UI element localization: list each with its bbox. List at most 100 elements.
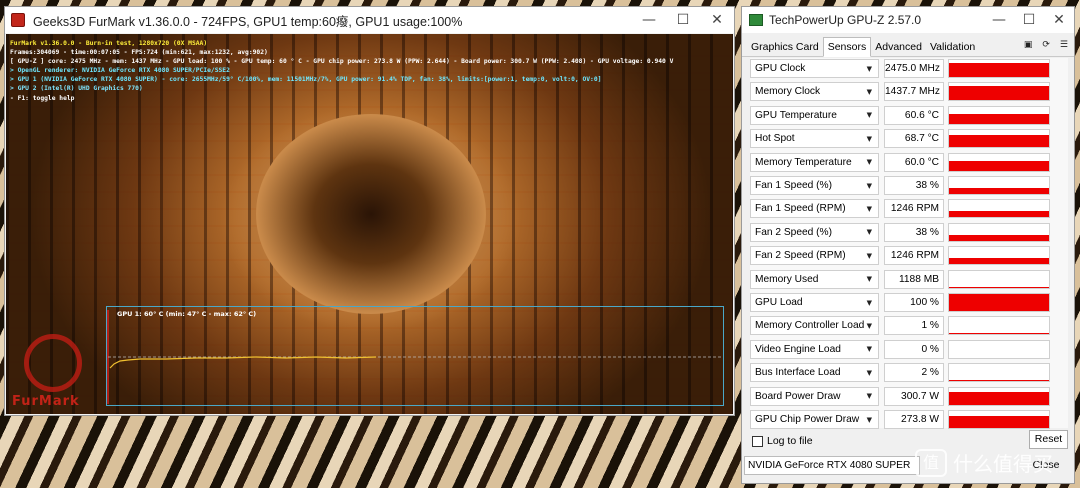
log-to-file-checkbox[interactable] — [752, 435, 763, 447]
sensor-graph-fill — [949, 63, 1049, 77]
sensor-graph-fill — [949, 294, 1049, 311]
sensor-name-dropdown[interactable]: Memory Clock ▼ — [750, 82, 879, 102]
temperature-graph: GPU 1: 60° C (min: 47° C - max: 62° C) — [106, 306, 724, 406]
sensor-graph-fill — [949, 188, 1049, 194]
graph-frame — [106, 306, 724, 406]
maximize-button[interactable]: ☐ — [1014, 7, 1044, 33]
sensor-name-dropdown[interactable]: Fan 2 Speed (%) ▼ — [750, 222, 879, 242]
sensor-graph-fill — [949, 113, 1049, 124]
sensor-graph-fill — [949, 86, 1049, 101]
tab-sensors[interactable]: Sensors — [822, 37, 872, 57]
chevron-down-icon: ▼ — [866, 111, 872, 120]
sensor-graph-fill — [949, 234, 1049, 241]
sensor-name-label: GPU Clock — [755, 63, 806, 74]
menu-icon[interactable]: ☰ — [1060, 40, 1068, 50]
sensor-value: 60.6 °C — [884, 105, 944, 125]
sensor-name-dropdown[interactable]: Memory Used ▼ — [750, 269, 879, 289]
sensor-graph — [948, 410, 1050, 429]
chevron-down-icon: ▼ — [866, 275, 872, 284]
furmark-titlebar[interactable]: Geeks3D FurMark v1.36.0.0 - 724FPS, GPU1… — [5, 7, 734, 33]
camera-icon[interactable]: ▣ — [1024, 40, 1033, 50]
close-button[interactable]: ✕ — [700, 7, 734, 33]
maximize-button[interactable]: ☐ — [666, 7, 700, 33]
watermark-text: 什么值得买 — [953, 452, 1053, 476]
gpuz-tabs: Graphics Card Sensors Advanced Validatio… — [742, 37, 1074, 57]
sensor-name-dropdown[interactable]: Memory Controller Load ▼ — [750, 316, 879, 336]
temperature-curve — [109, 356, 377, 369]
sensor-graph — [948, 82, 1050, 102]
sensor-name-dropdown[interactable]: GPU Clock ▼ — [750, 59, 879, 78]
sensor-graph — [948, 129, 1050, 149]
gpuz-window-title: TechPowerUp GPU-Z 2.57.0 — [769, 13, 922, 27]
sensor-name-dropdown[interactable]: Memory Temperature ▼ — [750, 152, 879, 172]
sensor-row: Fan 1 Speed (RPM) ▼ 1246 RPM — [750, 198, 1068, 219]
refresh-icon[interactable]: ⟳ — [1042, 40, 1050, 50]
sensor-name-dropdown[interactable]: GPU Load ▼ — [750, 293, 879, 312]
sensor-row: Memory Controller Load ▼ 1 % — [750, 315, 1068, 336]
sensor-graph — [948, 363, 1050, 383]
sensor-value: 60.0 °C — [884, 152, 944, 172]
gpuz-titlebar[interactable]: TechPowerUp GPU-Z 2.57.0 — ☐ ✕ — [742, 7, 1074, 33]
sensor-graph — [948, 152, 1050, 172]
minimize-button[interactable]: — — [632, 7, 666, 33]
sensor-name-label: Fan 2 Speed (RPM) — [755, 250, 846, 262]
close-button[interactable]: ✕ — [1044, 7, 1074, 33]
sensor-name-dropdown[interactable]: GPU Temperature ▼ — [750, 105, 879, 125]
sensor-name-label: Bus Interface Load — [755, 367, 841, 379]
tab-validation[interactable]: Validation — [926, 38, 979, 56]
sensor-value: 2 % — [884, 363, 944, 383]
overlay-line: - F1: toggle help — [10, 94, 75, 102]
sensor-name-dropdown[interactable]: Fan 1 Speed (RPM) ▼ — [750, 199, 879, 219]
sensor-name-label: Memory Temperature — [755, 156, 852, 168]
chevron-down-icon: ▼ — [866, 87, 872, 96]
tab-graphics-card[interactable]: Graphics Card — [747, 38, 823, 56]
sensor-value: 1437.7 MHz — [884, 82, 944, 102]
sensor-row: Memory Clock ▼ 1437.7 MHz — [750, 81, 1068, 102]
sensor-row: Bus Interface Load ▼ 2 % — [750, 362, 1068, 383]
gpuz-window: TechPowerUp GPU-Z 2.57.0 — ☐ ✕ Graphics … — [741, 6, 1075, 484]
sensor-name-label: Video Engine Load — [755, 343, 841, 355]
furmark-render-canvas[interactable]: FurMark v1.36.0.0 - Burn-in test, 1280x7… — [6, 34, 733, 414]
sensor-name-label: GPU Chip Power Draw — [755, 414, 860, 425]
overlay-line: > GPU 1 (NVIDIA GeForce RTX 4080 SUPER) … — [10, 76, 602, 84]
sensor-name-dropdown[interactable]: GPU Chip Power Draw ▼ — [750, 410, 879, 429]
sensor-name-dropdown[interactable]: Fan 1 Speed (%) ▼ — [750, 176, 879, 195]
sensor-name-dropdown[interactable]: Bus Interface Load ▼ — [750, 363, 879, 383]
chevron-down-icon: ▼ — [866, 321, 872, 330]
sensor-value: 100 % — [884, 293, 944, 312]
gpuz-app-icon — [749, 14, 763, 26]
sensor-name-label: Board Power Draw — [755, 390, 841, 402]
sensor-row: Fan 2 Speed (RPM) ▼ 1246 RPM — [750, 245, 1068, 266]
fur-donut — [256, 114, 486, 314]
sensor-graph-fill — [949, 416, 1049, 428]
sensor-graph — [948, 316, 1050, 336]
sensor-row: Fan 2 Speed (%) ▼ 38 % — [750, 222, 1068, 243]
sensor-graph-fill — [949, 160, 1049, 171]
sensor-name-dropdown[interactable]: Fan 2 Speed (RPM) ▼ — [750, 246, 879, 266]
sensor-row: GPU Temperature ▼ 60.6 °C — [750, 105, 1068, 126]
sensor-row: Memory Used ▼ 1188 MB — [750, 269, 1068, 290]
chevron-down-icon: ▼ — [866, 298, 872, 307]
sensor-row: Fan 1 Speed (%) ▼ 38 % — [750, 175, 1068, 196]
tab-advanced[interactable]: Advanced — [871, 38, 926, 56]
chevron-down-icon: ▼ — [866, 64, 872, 73]
sensor-row: Hot Spot ▼ 68.7 °C — [750, 128, 1068, 149]
minimize-button[interactable]: — — [984, 7, 1014, 33]
sensor-graph-fill — [949, 286, 1049, 288]
sensor-graph — [948, 293, 1050, 312]
reset-button[interactable]: Reset — [1029, 430, 1068, 449]
logo-ring-icon — [24, 334, 82, 392]
gpu-select-dropdown[interactable]: NVIDIA GeForce RTX 4080 SUPER — [744, 456, 920, 475]
sensor-value: 300.7 W — [884, 386, 944, 406]
sensor-name-dropdown[interactable]: Hot Spot ▼ — [750, 129, 879, 149]
sensor-name-label: Memory Used — [755, 273, 819, 285]
sensor-name-dropdown[interactable]: Video Engine Load ▼ — [750, 339, 879, 359]
sensor-graph — [948, 59, 1050, 78]
watermark: 值 什么值得买 — [915, 448, 1053, 477]
sensor-value: 38 % — [884, 176, 944, 195]
sensor-name-dropdown[interactable]: Board Power Draw ▼ — [750, 386, 879, 406]
sensor-name-label: GPU Load — [755, 297, 803, 308]
sensor-value: 273.8 W — [884, 410, 944, 429]
sensor-row: Board Power Draw ▼ 300.7 W — [750, 386, 1068, 407]
sensor-graph — [948, 339, 1050, 359]
